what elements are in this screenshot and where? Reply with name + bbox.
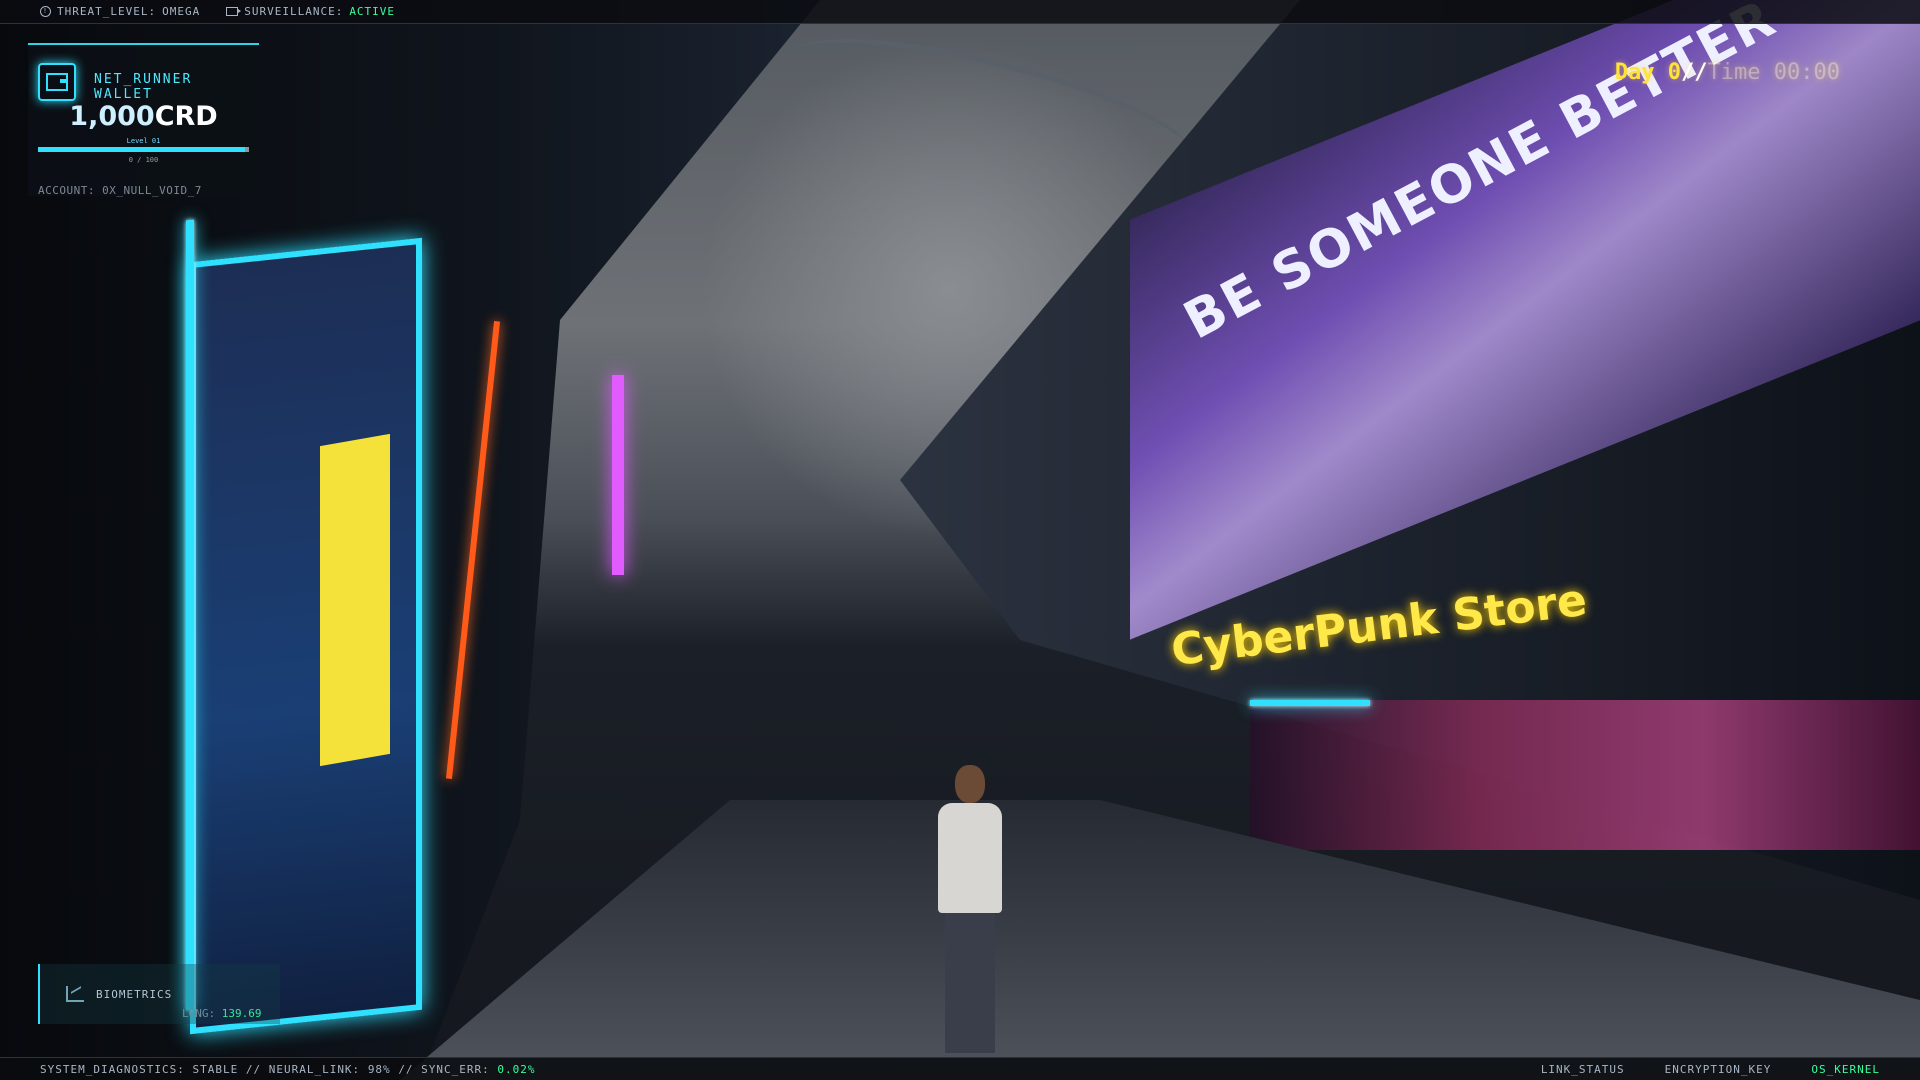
threat-level: ! THREAT_LEVEL: OMEGA — [40, 5, 200, 18]
camera-icon — [226, 7, 242, 16]
biometrics-title: BIOMETRICS — [96, 988, 173, 1001]
level-label: Level 01 — [126, 137, 161, 145]
neural-label: // NEURAL_LINK: — [245, 1063, 361, 1076]
neural-value: 98% — [367, 1063, 391, 1076]
diag-value: STABLE — [192, 1063, 239, 1076]
player-head — [955, 765, 985, 803]
chart-icon — [66, 986, 84, 1002]
threat-label: THREAT_LEVEL: — [57, 5, 157, 18]
neon-strip-cyan — [186, 219, 194, 1011]
threat-value: OMEGA — [162, 5, 201, 18]
wallet-balance: 1,000CRD — [28, 101, 259, 132]
bottom-status-bar: SYSTEM_DIAGNOSTICS: STABLE // NEURAL_LIN… — [0, 1057, 1920, 1080]
wallet-panel[interactable]: NET_RUNNER WALLET 1,000CRD Level 01 0 / … — [28, 43, 259, 197]
poster-yellow-sign — [320, 433, 390, 767]
wallet-icon — [38, 63, 76, 101]
day-time-clock: Day 0//Time 00:00 — [1615, 60, 1840, 85]
wallet-currency: CRD — [154, 101, 218, 132]
diag-label: SYSTEM_DIAGNOSTICS: — [40, 1063, 185, 1076]
alert-icon: ! — [40, 6, 51, 17]
level-progress-text: 0 / 100 — [128, 156, 159, 164]
player-character — [930, 765, 1010, 1055]
os-kernel-button[interactable]: OS_KERNEL — [1811, 1063, 1880, 1076]
surveillance-label: SURVEILLANCE: — [244, 5, 344, 18]
wallet-amount: 1,000 — [69, 101, 155, 132]
surveillance-status: SURVEILLANCE: ACTIVE — [226, 5, 395, 18]
player-shirt — [938, 803, 1002, 913]
level-progress-fill — [38, 147, 245, 152]
clock-separator: // — [1681, 60, 1708, 85]
biometrics-panel[interactable]: BIOMETRICS LONG: 139.69 — [38, 964, 280, 1024]
game-viewport[interactable]: BE SOMEONE BETTER CyberPunk Store — [0, 0, 1920, 1080]
footer-links: LINK_STATUS ENCRYPTION_KEY OS_KERNEL — [1541, 1063, 1880, 1076]
time-label: Time 00:00 — [1707, 60, 1840, 85]
surveillance-value: ACTIVE — [349, 5, 396, 18]
store-window-glow — [1250, 700, 1920, 850]
sync-value: 0.02% — [497, 1063, 536, 1076]
wallet-title: NET_RUNNER WALLET — [94, 72, 193, 102]
top-status-bar: ! THREAT_LEVEL: OMEGA SURVEILLANCE: ACTI… — [0, 0, 1920, 24]
neon-strip-pink — [612, 375, 624, 575]
day-label: Day 0 — [1614, 60, 1682, 85]
link-status-button[interactable]: LINK_STATUS — [1541, 1063, 1625, 1076]
longitude-label: LONG: — [182, 1007, 216, 1020]
player-legs — [945, 913, 995, 1053]
neon-bench-light — [1250, 700, 1370, 706]
account-id: ACCOUNT: 0X_NULL_VOID_7 — [38, 184, 202, 197]
system-diagnostics: SYSTEM_DIAGNOSTICS: STABLE // NEURAL_LIN… — [40, 1063, 536, 1076]
encryption-key-button[interactable]: ENCRYPTION_KEY — [1665, 1063, 1772, 1076]
longitude-value: 139.69 — [221, 1007, 262, 1020]
level-progress-bar — [38, 147, 249, 152]
longitude-readout: LONG: 139.69 — [182, 1007, 262, 1020]
sync-label: // SYNC_ERR: — [398, 1063, 490, 1076]
